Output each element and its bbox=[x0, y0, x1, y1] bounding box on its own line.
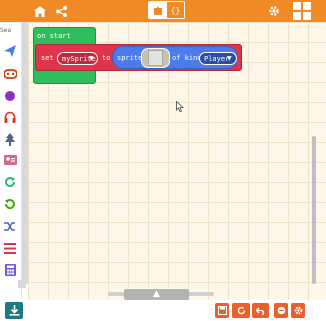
of-kind-label: of kind bbox=[172, 54, 202, 62]
tree-icon bbox=[5, 132, 15, 146]
workspace-settings-button[interactable] bbox=[291, 303, 305, 318]
refresh-icon bbox=[5, 177, 16, 188]
list-icon bbox=[4, 242, 16, 254]
toolbox-category-scene[interactable] bbox=[3, 132, 17, 146]
circle-icon bbox=[5, 91, 15, 101]
undo-icon bbox=[256, 307, 264, 315]
headphones-icon bbox=[4, 111, 16, 123]
toolbox-category-sprites[interactable] bbox=[3, 44, 17, 58]
toolbox-category-math[interactable] bbox=[3, 241, 17, 255]
toolbox-search-input[interactable]: Sea bbox=[0, 27, 11, 34]
sync-icon bbox=[237, 306, 245, 315]
download-button[interactable] bbox=[5, 302, 23, 319]
toolbox-category-controller[interactable] bbox=[3, 67, 17, 81]
settings-gear-icon[interactable] bbox=[266, 3, 282, 19]
toolbox-category-logic[interactable] bbox=[3, 197, 17, 211]
id-card-icon bbox=[3, 155, 17, 165]
download-icon bbox=[9, 305, 19, 316]
blocks-toggle-button[interactable] bbox=[149, 2, 167, 18]
save-icon bbox=[217, 306, 227, 315]
block-toolbox: Sea bbox=[0, 22, 22, 300]
toolbox-category-music[interactable] bbox=[3, 110, 17, 124]
calculator-icon bbox=[4, 264, 16, 276]
to-label: to bbox=[102, 54, 111, 62]
chevron-down-icon: ▼ bbox=[89, 55, 94, 62]
toolbox-scroll-end bbox=[18, 280, 26, 288]
gamepad-icon bbox=[3, 69, 17, 79]
kind-value: Player bbox=[204, 55, 230, 63]
workspace-vertical-scrollbar[interactable] bbox=[312, 136, 316, 284]
bottom-toolbar bbox=[0, 300, 326, 321]
toolbox-category-variables[interactable] bbox=[3, 219, 17, 233]
collapse-simulator-handle[interactable]: ▲ bbox=[124, 289, 189, 300]
save-button[interactable] bbox=[215, 303, 229, 318]
puzzle-icon bbox=[154, 6, 162, 15]
sprite-image-preview[interactable] bbox=[148, 50, 163, 66]
chevron-down-icon: ▼ bbox=[227, 55, 232, 62]
paper-plane-icon bbox=[4, 45, 16, 57]
set-label: set bbox=[41, 54, 54, 62]
toolbox-category-loops[interactable] bbox=[3, 175, 17, 189]
kind-dropdown[interactable]: Player ▼ bbox=[199, 52, 237, 65]
toolbox-category-arrays[interactable] bbox=[3, 263, 17, 277]
javascript-toggle-button[interactable]: {} bbox=[167, 2, 184, 18]
editor-toggle: {} bbox=[148, 1, 185, 19]
gear-icon bbox=[294, 306, 302, 315]
home-icon[interactable] bbox=[32, 3, 48, 19]
branch-icon bbox=[4, 199, 15, 210]
zoom-out-button[interactable] bbox=[274, 303, 288, 318]
toolbox-category-info[interactable] bbox=[3, 153, 17, 167]
chevron-up-icon: ▲ bbox=[153, 289, 160, 299]
sprite-label: sprite bbox=[117, 54, 143, 62]
github-button[interactable] bbox=[232, 303, 250, 318]
microbit-grid-icon[interactable] bbox=[293, 2, 311, 20]
zoom-out-icon bbox=[277, 306, 285, 315]
mouse-cursor-icon bbox=[176, 101, 184, 112]
toolbox-category-game[interactable] bbox=[3, 89, 17, 103]
share-icon[interactable] bbox=[53, 3, 69, 19]
undo-button[interactable] bbox=[252, 303, 269, 318]
top-toolbar: {} bbox=[0, 0, 326, 22]
on-start-label: on start bbox=[37, 32, 71, 40]
variable-dropdown[interactable]: mySprite ▼ bbox=[57, 52, 98, 65]
shuffle-icon bbox=[4, 221, 15, 231]
